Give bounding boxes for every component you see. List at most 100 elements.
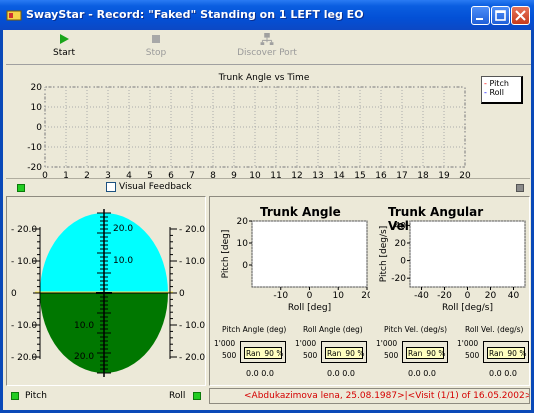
mini-gauge: Pitch Vel. (deg/s) 1'000 500 Ran 90 % 0.0 0.0 (376, 325, 454, 385)
y-tick-label: 0 (36, 123, 42, 133)
stop-label: Stop (145, 48, 167, 58)
discover-port-label: Discover Port (237, 48, 297, 58)
toolbar: Start Stop Discover Port (6, 31, 531, 65)
left-scale-label: 0 (11, 289, 17, 299)
y-axis-title: Pitch [deg] (221, 230, 231, 279)
y-tick-label: 20 (237, 217, 249, 227)
gauge-range-label: Ran (327, 349, 342, 358)
x-tick-label: 13 (312, 171, 323, 179)
window-title: SwayStar - Record: "Faked" Standing on 1… (26, 8, 364, 21)
left-scale-label: - 20.0 (11, 225, 37, 235)
gauge-range-box: Ran 90 % (244, 347, 284, 359)
x-tick-label: 40 (508, 291, 520, 301)
x-tick-label: 5 (147, 171, 153, 179)
x-axis-title: Roll [deg/s] (442, 303, 493, 313)
right-scale-label: - 10.0 (179, 321, 205, 331)
discover-port-button[interactable]: Discover Port (232, 33, 302, 58)
maximize-button[interactable] (491, 6, 510, 25)
gauge-title: Pitch Vel. (deg/s) (384, 325, 448, 334)
x-tick-label: 10 (249, 171, 261, 179)
y-tick-label: -20 (391, 274, 406, 284)
gauge-axis-bottom: 500 (465, 351, 480, 360)
plot-area (409, 220, 526, 288)
stop-icon (152, 35, 160, 43)
gauge-range-label: Ran (246, 349, 261, 358)
x-tick-label: 0 (42, 171, 48, 179)
x-tick-label: 8 (210, 171, 216, 179)
right-scale-label: - 10.0 (179, 257, 205, 267)
pitch-swatch: - (484, 79, 487, 88)
gauge-range-box: Ran 90 % (406, 347, 446, 359)
pitch-led (11, 392, 19, 400)
maximize-icon (495, 10, 506, 21)
legend-roll-label: Roll (489, 88, 504, 97)
gauge-percent: 90 % (264, 349, 284, 358)
right-scale-label: - 20.0 (179, 225, 205, 235)
x-tick-label: 20 (485, 291, 497, 301)
gauge-axis-bottom: 500 (222, 351, 237, 360)
title-bar[interactable]: SwayStar - Record: "Faked" Standing on 1… (0, 0, 534, 30)
x-tick-label: 3 (105, 171, 111, 179)
y-tick-label: -20 (27, 163, 42, 173)
patient-visit-text: <Abdukazimova lena, 25.08.1987>|<Visit (… (244, 391, 530, 401)
status-led-green (17, 184, 25, 192)
gauge-title: Roll Vel. (deg/s) (465, 325, 524, 334)
checkbox-box[interactable] (106, 182, 116, 192)
gauge-percent: 90 % (426, 349, 446, 358)
minimize-icon (476, 18, 483, 20)
y-axis-title: Pitch [deg/s] (379, 226, 389, 282)
legend-item-pitch: - Pitch (484, 79, 521, 88)
minimize-button[interactable] (471, 6, 490, 25)
close-button[interactable] (511, 6, 530, 25)
trunk-angle-xy-chart: -10 0 10 20 20 10 0 Roll [deg] Pitch [deg] (221, 217, 370, 313)
x-tick-label: 4 (126, 171, 132, 179)
x-tick-label: -10 (273, 291, 288, 301)
gauge-range-label: Ran (408, 349, 423, 358)
x-tick-label: 20 (459, 171, 471, 179)
left-scale-label: - 10.0 (11, 257, 37, 267)
feedback-display: - 20.0 - 20.0 - 10.0 - 10.0 0 0 - 10.0 - 10.0 - … (7, 197, 205, 385)
roll-footer-label: Roll (169, 391, 186, 401)
gauge-axis-top: 1'000 (214, 339, 236, 348)
x-tick-label: 9 (231, 171, 237, 179)
y-tick-label: 40 (395, 221, 407, 231)
gauge-zero-labels: 0.0 0.0 (327, 369, 355, 378)
gauge-percent: 90 % (345, 349, 365, 358)
x-tick-label: 11 (270, 171, 281, 179)
gauge-range-box: Ran 90 % (487, 347, 527, 359)
gauge-axis-top: 1'000 (376, 339, 398, 348)
inner-label-top1: 20.0 (113, 224, 133, 234)
close-icon (515, 10, 526, 21)
status-led-gray (516, 184, 524, 192)
y-tick-label: 10 (31, 103, 43, 113)
plot-area (251, 220, 368, 288)
gauge-percent: 90 % (507, 349, 527, 358)
x-tick-label: 0 (307, 291, 313, 301)
gauge-zero-labels: 0.0 0.0 (408, 369, 436, 378)
gauge-axis-top: 1'000 (457, 339, 479, 348)
inner-label-top2: 10.0 (113, 256, 133, 266)
angle-analysis-panel: Trunk Angle Trunk Angular Velocity -1001… (209, 196, 530, 386)
x-axis-title: Roll [deg] (288, 303, 331, 313)
x-tick-label: 17 (396, 171, 407, 179)
y-tick-label: 10 (237, 239, 249, 249)
left-scale-label: - 10.0 (11, 321, 37, 331)
x-tick-label: 0 (465, 291, 471, 301)
mini-gauge: Roll Angle (deg) 1'000 500 Ran 90 % 0.0 0.0 (295, 325, 373, 385)
x-tick-label: 7 (189, 171, 195, 179)
app-window: SwayStar - Record: "Faked" Standing on 1… (0, 0, 534, 413)
feedback-panel: - 20.0 - 20.0 - 10.0 - 10.0 0 0 - 10.0 - 10.0 - … (6, 196, 206, 386)
visual-feedback-checkbox[interactable]: Visual Feedback (106, 182, 192, 192)
right-scale-label: - 20.0 (179, 353, 205, 363)
gauge-title: Pitch Angle (deg) (222, 325, 287, 334)
start-label: Start (53, 48, 75, 58)
y-tick-label: 0 (400, 257, 406, 267)
stop-button[interactable]: Stop (136, 33, 176, 58)
trunk-velocity-xy-chart: -40 -20 0 20 40 40 20 0 -20 Roll [deg/s] Pitch [de… (379, 220, 526, 313)
gauge-range-label: Ran (489, 349, 504, 358)
start-button[interactable]: Start (44, 33, 84, 58)
chart-legend: - Pitch - Roll (481, 76, 523, 104)
mini-gauge: Pitch Angle (deg) 1'000 500 Ran 90 % 0.0 0.0 (214, 325, 292, 385)
x-tick-label: 2 (84, 171, 90, 179)
inner-label-bottom1: 10.0 (74, 321, 94, 331)
